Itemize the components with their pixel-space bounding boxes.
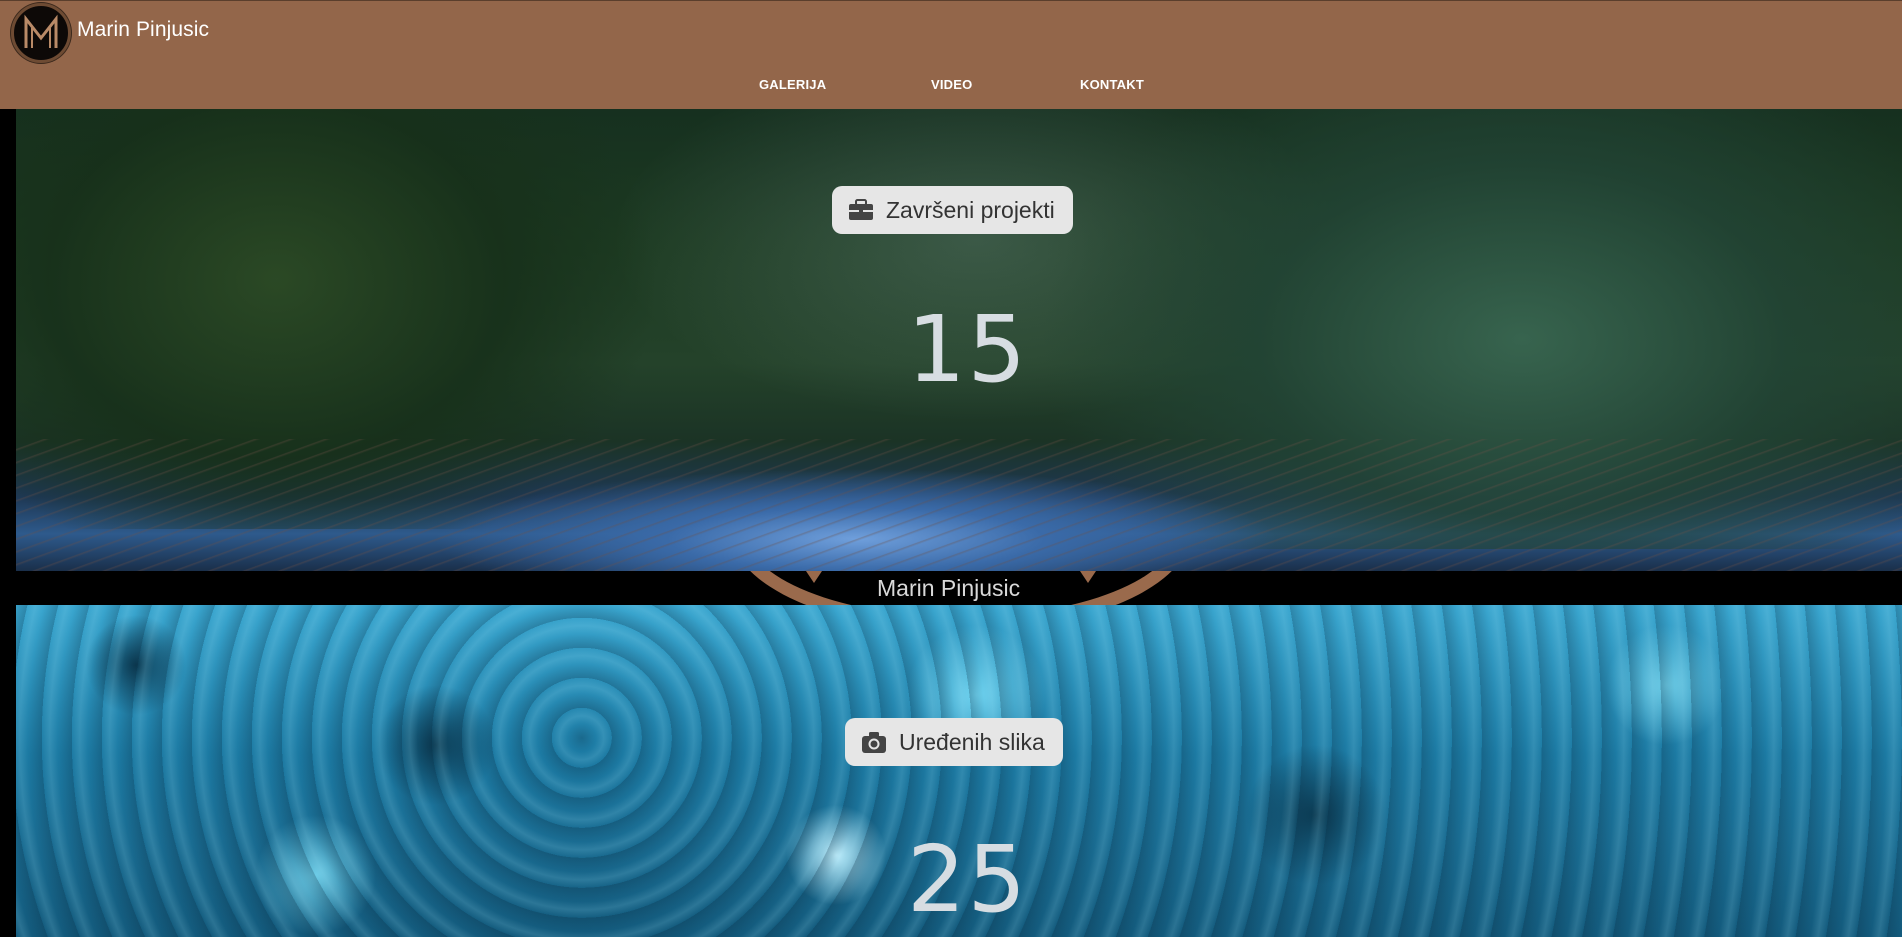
fallen-branches bbox=[16, 439, 1902, 571]
briefcase-icon bbox=[846, 195, 876, 225]
completed-projects-label: Završeni projekti bbox=[886, 196, 1055, 223]
edited-images-count: 25 bbox=[907, 826, 1029, 933]
ribbon-right-icon bbox=[1080, 571, 1096, 583]
ribbon-left-icon bbox=[806, 571, 822, 583]
name-strip: Marin Pinjusic bbox=[16, 571, 1902, 605]
completed-projects-badge: Završeni projekti bbox=[832, 186, 1073, 234]
nav-galerija[interactable]: GALERIJA bbox=[759, 77, 826, 92]
brand-name[interactable]: Marin Pinjusic bbox=[77, 18, 209, 42]
site-header: Marin Pinjusic GALERIJA VIDEO KONTAKT bbox=[0, 0, 1902, 109]
nav-kontakt[interactable]: KONTAKT bbox=[1080, 77, 1144, 92]
camera-icon bbox=[859, 727, 889, 757]
edited-images-badge: Uređenih slika bbox=[845, 718, 1063, 766]
nav-video[interactable]: VIDEO bbox=[931, 77, 972, 92]
logo-icon[interactable] bbox=[11, 3, 71, 63]
main-nav: GALERIJA VIDEO KONTAKT bbox=[0, 77, 1902, 97]
edited-images-label: Uređenih slika bbox=[899, 728, 1045, 755]
completed-projects-count: 15 bbox=[907, 296, 1029, 403]
strip-name: Marin Pinjusic bbox=[877, 575, 1021, 601]
